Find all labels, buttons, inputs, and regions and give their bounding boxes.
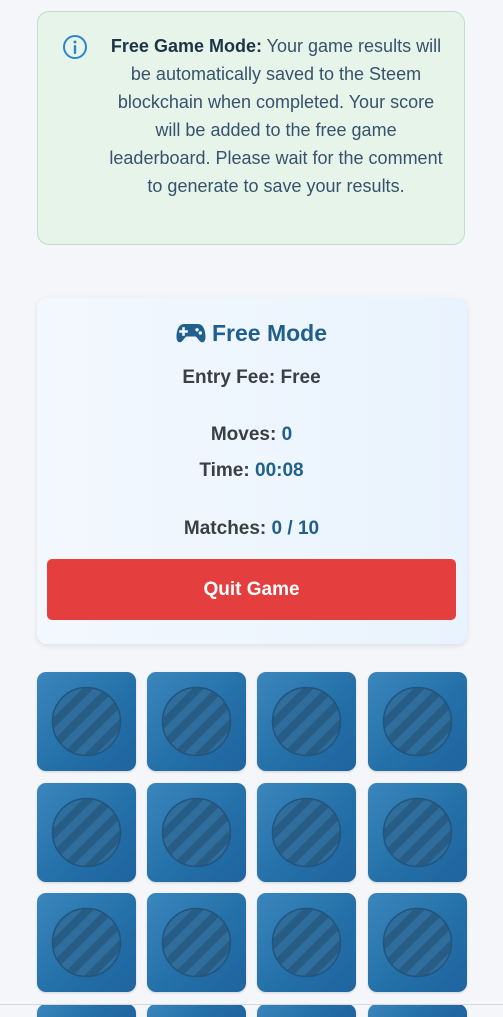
striped-circle-icon bbox=[51, 686, 122, 757]
mode-title: Free Mode bbox=[0, 318, 503, 348]
memory-card[interactable] bbox=[257, 672, 356, 771]
memory-card[interactable] bbox=[37, 672, 136, 771]
memory-card[interactable] bbox=[257, 783, 356, 882]
striped-circle-icon bbox=[382, 686, 453, 757]
memory-card[interactable] bbox=[37, 1004, 136, 1017]
matches-label: Matches: bbox=[183, 518, 267, 539]
notice-title: Free Game Mode: bbox=[110, 36, 262, 56]
entry-fee: Entry Fee: Free bbox=[0, 366, 503, 390]
memory-card[interactable] bbox=[37, 783, 136, 882]
moves-label: Moves: bbox=[210, 424, 277, 445]
memory-card[interactable] bbox=[368, 672, 467, 771]
info-circle-icon bbox=[63, 35, 87, 59]
entry-fee-value: Free bbox=[280, 367, 321, 388]
matches-value: 0 / 10 bbox=[271, 518, 320, 539]
striped-circle-icon bbox=[382, 797, 453, 868]
quit-game-button[interactable]: Quit Game bbox=[47, 559, 456, 620]
striped-circle-icon bbox=[161, 686, 232, 757]
striped-circle-icon bbox=[382, 907, 453, 978]
notice-text: Free Game Mode: Your game results will b… bbox=[104, 32, 448, 200]
time-label: Time: bbox=[199, 460, 250, 481]
striped-circle-icon bbox=[51, 907, 122, 978]
striped-circle-icon bbox=[271, 797, 342, 868]
memory-card[interactable] bbox=[368, 893, 467, 992]
memory-card[interactable] bbox=[147, 893, 246, 992]
memory-card[interactable] bbox=[147, 1004, 246, 1017]
striped-circle-icon bbox=[161, 797, 232, 868]
gamepad-icon bbox=[176, 323, 206, 343]
memory-card[interactable] bbox=[37, 893, 136, 992]
entry-fee-label: Entry Fee: bbox=[182, 367, 276, 388]
mode-title-text: Free Mode bbox=[211, 320, 328, 346]
info-notice: Free Game Mode: Your game results will b… bbox=[37, 11, 465, 245]
time-value: 00:08 bbox=[255, 460, 304, 481]
memory-card[interactable] bbox=[257, 893, 356, 992]
striped-circle-icon bbox=[271, 686, 342, 757]
moves-counter: Moves: 0 bbox=[0, 423, 503, 447]
matches-counter: Matches: 0 / 10 bbox=[0, 517, 503, 541]
striped-circle-icon bbox=[271, 907, 342, 978]
memory-card[interactable] bbox=[368, 783, 467, 882]
striped-circle-icon bbox=[161, 907, 232, 978]
divider bbox=[0, 1004, 503, 1005]
memory-card[interactable] bbox=[147, 672, 246, 771]
memory-card[interactable] bbox=[368, 1004, 467, 1017]
moves-value: 0 bbox=[281, 424, 293, 445]
memory-card[interactable] bbox=[147, 783, 246, 882]
striped-circle-icon bbox=[51, 797, 122, 868]
timer: Time: 00:08 bbox=[0, 459, 503, 483]
memory-card[interactable] bbox=[257, 1004, 356, 1017]
notice-message: Your game results will be automatically … bbox=[109, 36, 443, 196]
